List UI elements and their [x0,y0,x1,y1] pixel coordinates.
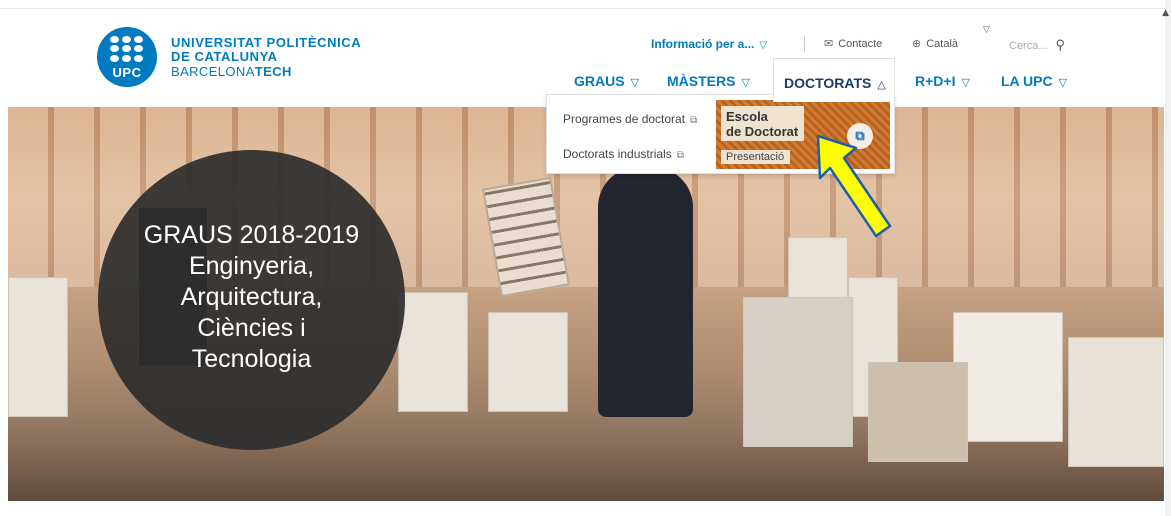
hero-model-building [488,312,568,412]
nav-rdi[interactable]: R+D+I ▽ [915,66,970,106]
escola-title-line-2: de Doctorat [726,124,799,139]
escola-doctorat-title: Escola de Doctorat [721,106,805,141]
hero-table [8,441,1164,501]
envelope-icon: ✉ [824,38,834,50]
nav-rdi-label: R+D+I [915,73,956,89]
contact-label: Contacte [838,38,883,50]
info-for-dropdown[interactable]: ⚲Informació per a...▽ [651,37,767,51]
nav-la-upc-label: LA UPC [1001,73,1053,89]
chevron-down-icon: ▽ [759,40,768,51]
hero-model-building [743,297,853,447]
contact-link[interactable]: ✉ Contacte [824,37,882,50]
nav-graus-label: GRAUS [574,73,625,89]
scroll-up-icon[interactable]: ▲ [1162,8,1169,18]
hero-model-building [868,362,968,462]
chevron-up-icon: △ [877,79,886,91]
logo-wordmark: UNIVERSITAT POLITÈCNICA DE CATALUNYA BAR… [171,36,361,80]
hero-line: Arquitectura, [180,283,323,311]
external-link-icon: ⧉ [690,115,698,126]
logo-mark-text: UPC [112,65,142,80]
programes-doctorat-link[interactable]: Programes de doctorat ⧉ [563,112,697,126]
hero-headline[interactable]: GRAUS 2018-2019 Enginyeria, Arquitectura… [98,220,405,375]
nav-doctorats-label: DOCTORATS [784,75,872,91]
logo-line-3-bold: TECH [254,64,292,79]
hero-line: Ciències i [197,314,306,342]
search-icon[interactable]: ⚲ [1056,37,1066,52]
top-border [0,0,1171,9]
nav-la-upc[interactable]: LA UPC ▽ [1001,66,1067,106]
nav-doctorats[interactable]: DOCTORATS △ [773,58,895,102]
language-label: Català [926,38,959,50]
hero-model-building [1068,337,1164,467]
upc-logo[interactable]: UPC UNIVERSITAT POLITÈCNICA DE CATALUNYA… [97,27,361,87]
chevron-down-icon: ▽ [741,77,750,89]
logo-dots-icon [110,36,144,62]
logo-line-3: BARCELONATECH [171,64,361,80]
utility-divider [804,36,805,52]
chevron-down-icon: ▽ [1058,77,1068,89]
hero-model-building [8,277,68,417]
chevron-down-icon: ▽ [961,77,970,89]
external-link-icon: ⧉ [676,150,684,161]
nav-masters-label: MÀSTERS [667,73,736,89]
logo-line-3-regular: BARCELONA [171,64,255,79]
info-for-label: Informació per a... [651,37,755,51]
language-chevron-icon[interactable]: ▽ [983,24,990,35]
language-selector[interactable]: ⊕ Català [912,37,958,50]
annotation-arrow-icon [816,134,892,238]
logo-line-2: DE CATALUNYA [171,49,278,64]
hero-line: Tecnologia [191,345,312,373]
hero-model-building [953,312,1063,442]
search-placeholder: Cerca... [1009,40,1048,52]
hero-person [598,167,693,417]
search-input[interactable]: Cerca... ⚲ [1009,37,1065,53]
doctorats-industrials-label: Doctorats industrials [563,147,672,161]
hero-line: GRAUS 2018-2019 [143,221,360,249]
escola-doctorat-subtitle: Presentació [721,150,791,164]
programes-doctorat-label: Programes de doctorat [563,112,686,126]
page: ▲ UPC UNIVERSITAT POLITÈCNICA DE CATALUN… [0,0,1171,516]
doctorats-industrials-link[interactable]: Doctorats industrials ⧉ [563,147,684,161]
scrollbar[interactable] [1165,0,1171,516]
chevron-down-icon: ▽ [630,77,640,89]
hero-line: Enginyeria, [188,252,315,280]
globe-icon: ⊕ [912,38,922,50]
escola-title-line-1: Escola [726,109,768,124]
logo-line-1: UNIVERSITAT POLITÈCNICA [171,35,362,50]
upc-logo-mark: UPC [97,27,157,87]
hero-model-building [398,292,468,412]
